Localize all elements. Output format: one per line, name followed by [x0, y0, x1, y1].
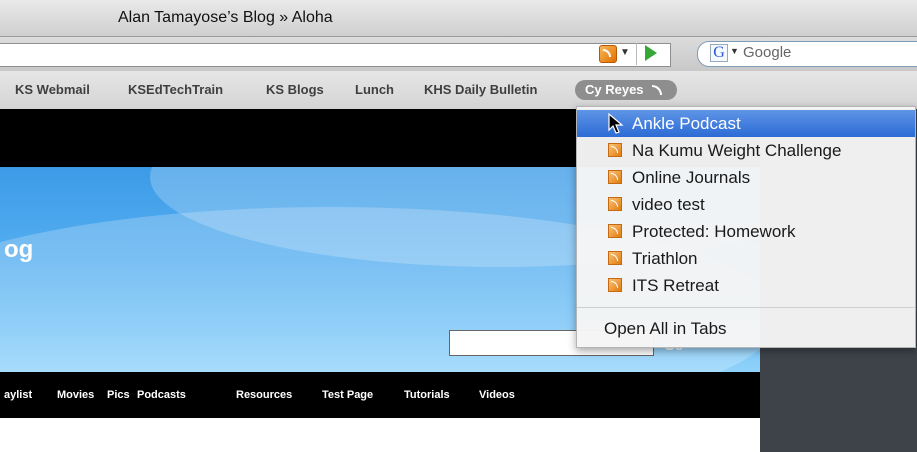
menu-item-ankle-podcast[interactable]: Ankle Podcast: [577, 110, 915, 137]
nav-podcasts[interactable]: Podcasts: [137, 388, 186, 402]
menu-item-open-all-in-tabs[interactable]: Open All in Tabs: [577, 315, 915, 342]
bookmark-cy-reyes-label: Cy Reyes: [585, 82, 644, 97]
menu-item-online-journals[interactable]: Online Journals: [577, 164, 915, 191]
nav-tutorials[interactable]: Tutorials: [404, 388, 450, 402]
menu-item-label: ITS Retreat: [632, 276, 719, 295]
rss-feed-icon: [608, 251, 622, 265]
go-arrow-icon[interactable]: [645, 45, 657, 61]
menu-item-na-kumu-weight-challenge[interactable]: Na Kumu Weight Challenge: [577, 137, 915, 164]
menu-item-label: video test: [632, 195, 705, 214]
mouse-cursor-icon: [608, 113, 624, 134]
search-engine-caret-icon[interactable]: ▼: [730, 46, 739, 56]
menu-item-label: Na Kumu Weight Challenge: [632, 141, 842, 160]
rss-feed-icon: [608, 197, 622, 211]
bookmark-lunch[interactable]: Lunch: [355, 82, 394, 98]
nav-test-page[interactable]: Test Page: [322, 388, 373, 402]
dropdown-caret-icon[interactable]: ▼: [620, 44, 630, 62]
toolbar-divider: [636, 43, 637, 65]
address-bar[interactable]: [0, 43, 671, 67]
menu-item-label: Triathlon: [632, 249, 698, 268]
nav-playlist[interactable]: aylist: [4, 388, 32, 402]
menu-item-label: Online Journals: [632, 168, 751, 187]
google-logo-icon[interactable]: G: [710, 44, 728, 62]
blog-title-fragment: og: [4, 236, 34, 263]
rss-feed-icon[interactable]: [599, 45, 617, 63]
rss-feed-icon: [608, 224, 622, 238]
menu-item-label: Ankle Podcast: [632, 114, 741, 133]
menu-item-triathlon[interactable]: Triathlon: [577, 245, 915, 272]
rss-feed-icon: [608, 143, 622, 157]
nav-pics[interactable]: Pics: [107, 388, 130, 402]
menu-item-video-test[interactable]: video test: [577, 191, 915, 218]
nav-movies[interactable]: Movies: [57, 388, 94, 402]
search-placeholder: Google: [743, 44, 792, 61]
menu-item-its-retreat[interactable]: ITS Retreat: [577, 272, 915, 299]
window-title: Alan Tamayose’s Blog » Aloha: [118, 9, 333, 26]
menu-item-label: Protected: Homework: [632, 222, 796, 241]
bookmark-ksedtechtrain[interactable]: KSEdTechTrain: [128, 82, 223, 98]
rss-feed-icon: [608, 170, 622, 184]
menu-item-label: Open All in Tabs: [604, 319, 727, 338]
menu-separator: [577, 307, 915, 308]
bookmark-khs-daily-bulletin[interactable]: KHS Daily Bulletin: [424, 82, 537, 98]
rss-feed-icon: [608, 278, 622, 292]
nav-resources[interactable]: Resources: [236, 388, 292, 402]
nav-videos[interactable]: Videos: [479, 388, 515, 402]
menu-item-protected-homework[interactable]: Protected: Homework: [577, 218, 915, 245]
bookmark-ks-blogs[interactable]: KS Blogs: [266, 82, 324, 98]
bookmark-ks-webmail[interactable]: KS Webmail: [15, 82, 90, 98]
